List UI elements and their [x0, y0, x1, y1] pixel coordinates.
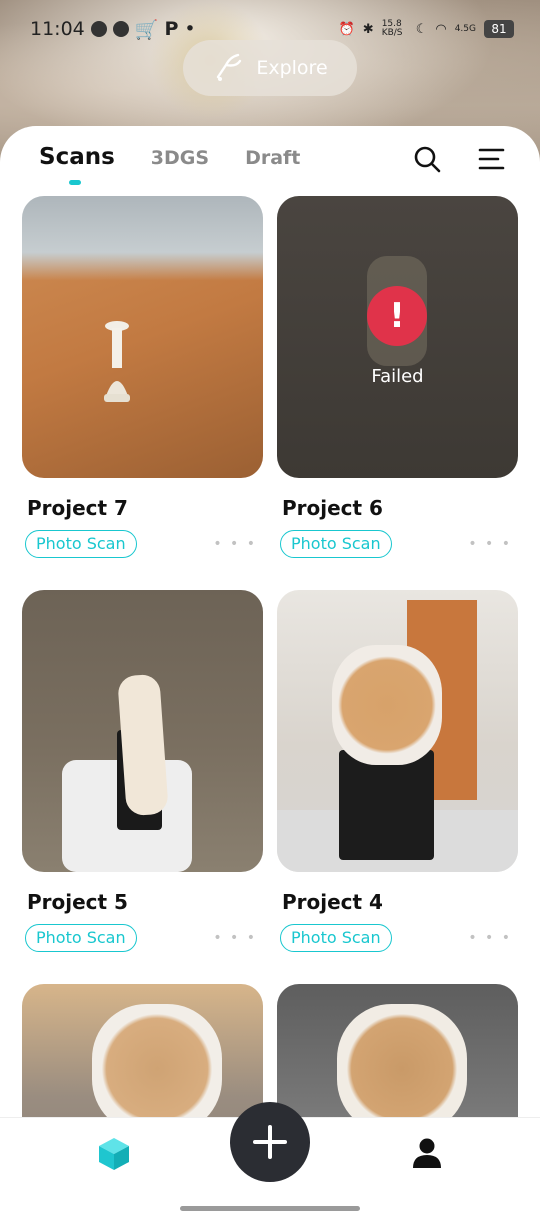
- scanned-object-image: [92, 1004, 222, 1134]
- more-options-icon[interactable]: • • •: [468, 536, 512, 552]
- alarm-icon: ⏰: [338, 21, 355, 37]
- project-card[interactable]: Project 4 Photo Scan • • •: [277, 590, 518, 952]
- project-title: Project 7: [27, 496, 128, 520]
- photo-scan-badge: Photo Scan: [280, 924, 392, 952]
- project-thumbnail[interactable]: [22, 196, 263, 478]
- tab-3dgs[interactable]: 3DGS: [151, 147, 209, 169]
- project-title: Project 5: [27, 890, 128, 914]
- scanned-object-image: [117, 673, 169, 817]
- bluetooth-icon: ✱: [362, 21, 374, 37]
- signal-label: 4.5G: [454, 24, 476, 34]
- search-icon[interactable]: [412, 144, 442, 174]
- photo-scan-badge: Photo Scan: [280, 530, 392, 558]
- user-icon[interactable]: [410, 1136, 444, 1170]
- photo-scan-badge: Photo Scan: [25, 530, 137, 558]
- explore-button[interactable]: Explore: [183, 40, 357, 96]
- project-card[interactable]: ! Failed Project 6 Photo Scan • • •: [277, 196, 518, 558]
- p-icon: P: [164, 18, 179, 40]
- project-thumbnail[interactable]: [277, 590, 518, 872]
- tab-scans[interactable]: Scans: [39, 144, 115, 185]
- more-options-icon[interactable]: • • •: [213, 930, 257, 946]
- whatsapp-icon: [90, 21, 107, 37]
- stand-block-image: [339, 750, 434, 860]
- home-indicator[interactable]: [180, 1206, 360, 1211]
- photo-scan-badge: Photo Scan: [25, 924, 137, 952]
- project-thumbnail[interactable]: [22, 590, 263, 872]
- add-scan-button[interactable]: [230, 1102, 310, 1182]
- tab-bar: Scans 3DGS Draft: [39, 144, 300, 185]
- menu-icon[interactable]: [476, 144, 506, 174]
- network-speed: 15.8 KB/S: [381, 19, 403, 38]
- status-time: 11:04: [30, 18, 85, 40]
- battery-icon: 81: [484, 20, 514, 38]
- facebook-icon: [112, 21, 129, 37]
- satellite-icon: [217, 53, 242, 81]
- project-thumbnail[interactable]: ! Failed: [277, 196, 518, 478]
- project-card[interactable]: Project 5 Photo Scan • • •: [22, 590, 263, 952]
- explore-label: Explore: [256, 57, 328, 79]
- project-title: Project 6: [282, 496, 383, 520]
- chess-pawn-image: [104, 321, 130, 402]
- failed-status: Failed: [371, 366, 424, 387]
- cube-icon[interactable]: [96, 1136, 132, 1172]
- wifi-icon: ◠: [435, 21, 447, 37]
- error-alert-icon: !: [367, 286, 427, 346]
- more-options-icon[interactable]: • • •: [213, 536, 257, 552]
- project-title: Project 4: [282, 890, 383, 914]
- scanned-object-image: [337, 1004, 467, 1134]
- project-card[interactable]: Project 7 Photo Scan • • •: [22, 196, 263, 558]
- more-options-icon[interactable]: • • •: [468, 930, 512, 946]
- moon-icon: ☾: [415, 21, 428, 37]
- plus-icon: [253, 1125, 287, 1159]
- scans-sheet: Scans 3DGS Draft Project 7 Photo Scan • …: [0, 126, 540, 1218]
- cart-icon: 🛒: [134, 18, 159, 41]
- scanned-object-image: [332, 645, 442, 765]
- tab-draft[interactable]: Draft: [245, 147, 300, 169]
- dot-icon: •: [184, 18, 196, 40]
